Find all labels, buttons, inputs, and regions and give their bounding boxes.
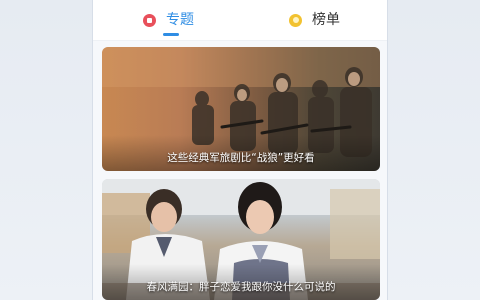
topic-card-military[interactable]: 这些经典军旅剧比“战狼”更好看 [102,47,380,171]
active-tab-indicator [163,33,179,36]
tab-rankings-label: 榜单 [312,12,340,28]
tab-rankings[interactable]: 榜单 [289,0,340,40]
background-right [388,0,480,300]
card-caption: 春风满园：胖子恋爱我跟你没什么可说的 [146,281,336,293]
tab-bar: 专题 榜单 [93,0,387,41]
app-screen: 专题 榜单 这些经典军旅剧比“战狼”更好看 春风满园：胖子恋爱我跟你没什么可说的 [92,0,388,300]
background-left [0,0,92,300]
ranking-icon [289,13,302,27]
topic-icon [143,13,156,27]
topic-card-school[interactable]: 春风满园：胖子恋爱我跟你没什么可说的 [102,179,380,300]
tab-topics-label: 专题 [166,12,194,28]
card-caption: 这些经典军旅剧比“战狼”更好看 [167,152,315,164]
